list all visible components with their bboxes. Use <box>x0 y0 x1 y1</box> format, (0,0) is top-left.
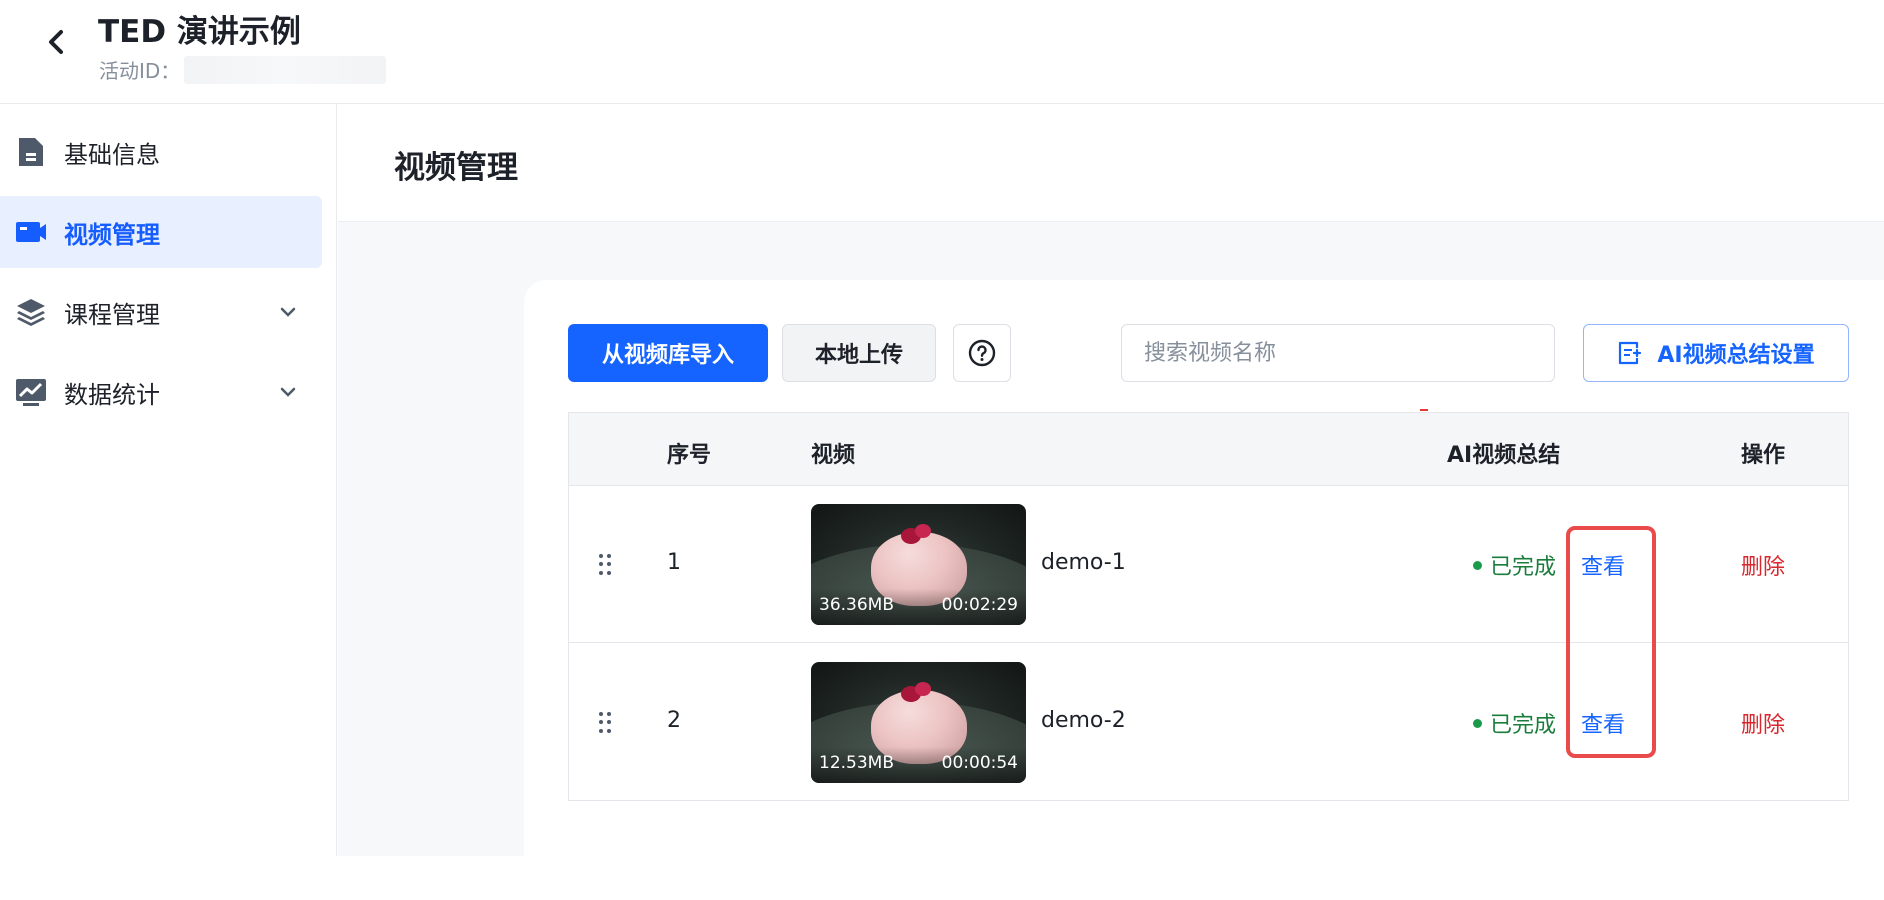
document-icon <box>14 135 48 169</box>
status-label: 已完成 <box>1490 713 1557 738</box>
ai-summary-settings-button[interactable]: AI视频总结设置 <box>1583 324 1849 382</box>
page-header: 视频管理 <box>338 104 1884 222</box>
ai-document-icon <box>1617 340 1643 366</box>
chart-icon <box>14 375 48 409</box>
local-upload-button[interactable]: 本地上传 <box>782 324 936 382</box>
chevron-down-icon <box>280 307 296 317</box>
video-name: demo-1 <box>1041 550 1126 575</box>
sidebar-item-label: 数据统计 <box>64 380 160 409</box>
sidebar-item-video-management[interactable]: 视频管理 <box>0 196 322 268</box>
page-title: 视频管理 <box>394 150 518 186</box>
video-name: demo-2 <box>1041 708 1126 733</box>
sidebar-item-data-statistics[interactable]: 数据统计 <box>0 356 322 428</box>
layers-icon <box>14 295 48 329</box>
event-title: TED 演讲示例 <box>98 14 301 50</box>
video-thumbnail[interactable]: 36.36MB 00:02:29 <box>811 504 1026 625</box>
top-bar: TED 演讲示例 活动ID： <box>0 0 1884 104</box>
video-size: 36.36MB <box>819 595 894 615</box>
row-index: 1 <box>667 550 681 575</box>
delete-link[interactable]: 删除 <box>1741 707 1785 739</box>
sidebar-item-basic-info[interactable]: 基础信息 <box>0 116 322 188</box>
delete-link[interactable]: 删除 <box>1741 549 1785 581</box>
video-duration: 00:02:29 <box>941 595 1018 615</box>
column-header-actions: 操作 <box>1741 443 1786 468</box>
activity-id-label: 活动ID： <box>99 59 181 83</box>
column-header-video: 视频 <box>811 443 856 468</box>
video-thumbnail[interactable]: 12.53MB 00:00:54 <box>811 662 1026 783</box>
status-badge: 已完成 <box>1473 707 1556 739</box>
sidebar-item-course-management[interactable]: 课程管理 <box>0 276 322 348</box>
activity-id-redacted <box>184 55 387 84</box>
sidebar: 基础信息 视频管理 课程管理 数据统计 <box>0 104 337 856</box>
video-size: 12.53MB <box>819 753 894 773</box>
video-icon <box>14 215 48 249</box>
search-input[interactable] <box>1121 324 1555 382</box>
sidebar-item-label: 基础信息 <box>64 140 160 169</box>
video-duration: 00:00:54 <box>941 753 1018 773</box>
back-button[interactable] <box>40 26 72 58</box>
table-row: 1 36.36MB 00:02:29 demo-1 已完成 查看 删除 <box>569 486 1848 643</box>
status-dot-icon <box>1473 718 1482 728</box>
row-index: 2 <box>667 708 681 733</box>
drag-handle-icon[interactable] <box>599 554 615 576</box>
column-header-index: 序号 <box>667 443 712 468</box>
table-header: 序号 视频 AI视频总结 操作 <box>569 413 1848 486</box>
chevron-left-icon <box>49 30 63 54</box>
video-table: 序号 视频 AI视频总结 操作 1 36.36MB 00:02:29 demo-… <box>568 412 1849 801</box>
view-summary-link[interactable]: 查看 <box>1581 707 1625 739</box>
main-content: 视频管理 从视频库导入 本地上传 AI视频总结设置 <box>338 104 1884 900</box>
view-summary-link[interactable]: 查看 <box>1581 549 1625 581</box>
status-dot-icon <box>1473 560 1482 570</box>
ai-summary-settings-label: AI视频总结设置 <box>1657 343 1815 368</box>
drag-handle-icon[interactable] <box>599 712 615 734</box>
sidebar-item-label: 视频管理 <box>64 220 160 249</box>
import-from-library-button[interactable]: 从视频库导入 <box>568 324 768 382</box>
red-marker <box>1420 409 1428 411</box>
video-card: 从视频库导入 本地上传 AI视频总结设置 序 <box>524 280 1884 900</box>
question-icon <box>968 339 996 367</box>
column-header-ai-summary: AI视频总结 <box>1447 443 1561 468</box>
activity-id: 活动ID： <box>99 55 387 84</box>
status-badge: 已完成 <box>1473 549 1556 581</box>
help-button[interactable] <box>953 324 1011 382</box>
chevron-down-icon <box>280 387 296 397</box>
table-row: 2 12.53MB 00:00:54 demo-2 已完成 查看 删除 <box>569 644 1848 801</box>
status-label: 已完成 <box>1490 555 1557 580</box>
sidebar-item-label: 课程管理 <box>64 300 160 329</box>
